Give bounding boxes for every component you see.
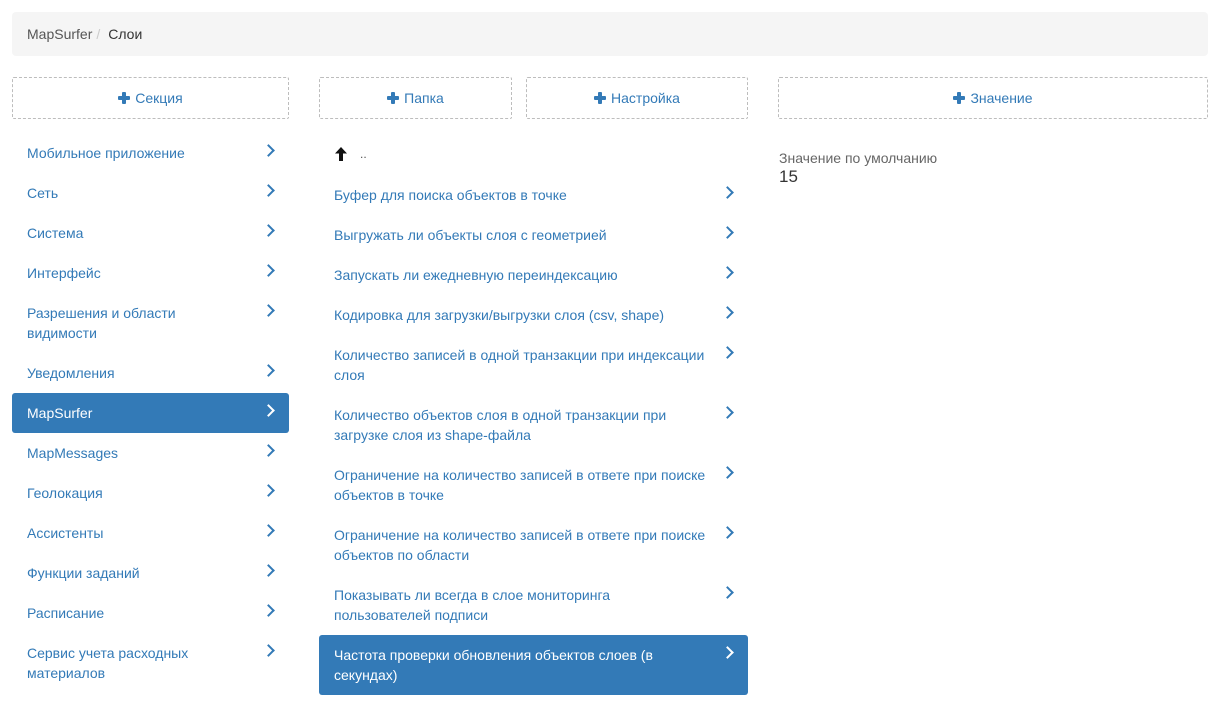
default-value: 15	[779, 167, 798, 186]
setting-item-label: Ограничение на количество записей в отве…	[334, 467, 706, 503]
setting-item-label: Ограничение на количество записей в отве…	[334, 527, 706, 563]
chevron-right-icon	[721, 186, 734, 199]
chevron-right-icon	[262, 184, 275, 197]
chevron-right-icon	[721, 226, 734, 239]
section-item-label: Интерфейс	[27, 265, 101, 281]
chevron-right-icon	[721, 306, 734, 319]
setting-item-label: Запускать ли ежедневную переиндексацию	[334, 267, 618, 283]
chevron-right-icon	[721, 266, 734, 279]
chevron-right-icon	[262, 264, 275, 277]
section-item-label: Уведомления	[27, 365, 115, 381]
chevron-right-icon	[262, 304, 275, 317]
section-item-label: Разрешения и области видимости	[27, 305, 176, 341]
settings-list: .. Буфер для поиска объектов в точке Выгр…	[319, 133, 748, 695]
section-item[interactable]: Система	[12, 213, 289, 253]
add-value-button[interactable]: Значение	[778, 77, 1208, 119]
sections-list: Мобильное приложение Сеть Система Интерфейс…	[12, 133, 289, 693]
chevron-right-icon	[262, 564, 275, 577]
chevron-right-icon	[721, 406, 734, 419]
chevron-right-icon	[721, 586, 734, 599]
setting-item[interactable]: Кодировка для загрузки/выгрузки слоя (cs…	[319, 295, 748, 335]
add-section-label: Секция	[135, 90, 183, 106]
chevron-right-icon	[721, 646, 734, 659]
setting-item-label: Частота проверки обновления объектов сло…	[334, 647, 653, 683]
setting-item-label: Количество объектов слоя в одной транзак…	[334, 407, 667, 443]
section-item-active[interactable]: MapSurfer	[12, 393, 289, 433]
add-setting-button[interactable]: Настройка	[526, 77, 748, 119]
section-item[interactable]: Интерфейс	[12, 253, 289, 293]
chevron-right-icon	[262, 604, 275, 617]
section-item-label: Геолокация	[27, 485, 103, 501]
add-folder-button[interactable]: Папка	[319, 77, 512, 119]
navigate-up-item[interactable]: ..	[319, 133, 748, 175]
setting-item[interactable]: Выгружать ли объекты слоя с геометрией	[319, 215, 748, 255]
section-item[interactable]: Расписание	[12, 593, 289, 633]
plus-icon	[594, 92, 607, 104]
chevron-right-icon	[262, 484, 275, 497]
chevron-right-icon	[262, 524, 275, 537]
chevron-right-icon	[262, 404, 275, 417]
setting-item[interactable]: Буфер для поиска объектов в точке	[319, 175, 748, 215]
section-item[interactable]: Ассистенты	[12, 513, 289, 553]
chevron-right-icon	[721, 466, 734, 479]
setting-item[interactable]: Ограничение на количество записей в отве…	[319, 455, 748, 515]
setting-item-label: Количество записей в одной транзакции пр…	[334, 347, 705, 383]
setting-item-label: Буфер для поиска объектов в точке	[334, 187, 567, 203]
chevron-right-icon	[721, 346, 734, 359]
section-item[interactable]: MapMessages	[12, 433, 289, 473]
section-item[interactable]: Сеть	[12, 173, 289, 213]
setting-item-active[interactable]: Частота проверки обновления объектов сло…	[319, 635, 748, 695]
navigate-up-label: ..	[360, 147, 367, 161]
value-panel: Значение по умолчанию 15	[779, 150, 937, 187]
section-item-label: Расписание	[27, 605, 105, 621]
section-item-label: Сеть	[27, 185, 59, 201]
setting-item-label: Показывать ли всегда в слое мониторинга …	[334, 587, 611, 623]
section-item-label: MapMessages	[27, 445, 119, 461]
section-item-label: Система	[27, 225, 84, 241]
setting-item-label: Выгружать ли объекты слоя с геометрией	[334, 227, 607, 243]
add-value-label: Значение	[970, 90, 1033, 106]
add-setting-label: Настройка	[611, 90, 680, 106]
section-item-label: Мобильное приложение	[27, 145, 185, 161]
breadcrumb-current: Слои	[108, 26, 143, 42]
section-item[interactable]: Функции заданий	[12, 553, 289, 593]
chevron-right-icon	[262, 224, 275, 237]
section-item[interactable]: Сервис учета расходных материалов	[12, 633, 289, 693]
setting-item-label: Кодировка для загрузки/выгрузки слоя (cs…	[334, 307, 665, 323]
breadcrumb-root-link[interactable]: MapSurfer	[27, 26, 92, 42]
plus-icon	[118, 92, 131, 104]
setting-item[interactable]: Показывать ли всегда в слое мониторинга …	[319, 575, 748, 635]
breadcrumb: MapSurfer / Слои	[12, 12, 1208, 56]
setting-item[interactable]: Ограничение на количество записей в отве…	[319, 515, 748, 575]
section-item-label: MapSurfer	[27, 405, 93, 421]
add-section-button[interactable]: Секция	[12, 77, 289, 119]
chevron-right-icon	[262, 444, 275, 457]
setting-item[interactable]: Количество записей в одной транзакции пр…	[319, 335, 748, 395]
section-item-label: Функции заданий	[27, 565, 140, 581]
chevron-right-icon	[262, 644, 275, 657]
arrow-up-icon	[335, 147, 347, 161]
default-value-label: Значение по умолчанию	[779, 150, 938, 166]
plus-icon	[387, 92, 400, 104]
chevron-right-icon	[262, 364, 275, 377]
add-folder-label: Папка	[404, 90, 444, 106]
chevron-right-icon	[262, 144, 275, 157]
section-item[interactable]: Мобильное приложение	[12, 133, 289, 173]
chevron-right-icon	[721, 526, 734, 539]
section-item[interactable]: Уведомления	[12, 353, 289, 393]
section-item-label: Сервис учета расходных материалов	[27, 645, 189, 681]
plus-icon	[953, 92, 966, 104]
section-item-label: Ассистенты	[27, 525, 104, 541]
setting-item[interactable]: Количество объектов слоя в одной транзак…	[319, 395, 748, 455]
section-item[interactable]: Разрешения и области видимости	[12, 293, 289, 353]
setting-item[interactable]: Запускать ли ежедневную переиндексацию	[319, 255, 748, 295]
breadcrumb-separator: /	[96, 26, 101, 42]
section-item[interactable]: Геолокация	[12, 473, 289, 513]
